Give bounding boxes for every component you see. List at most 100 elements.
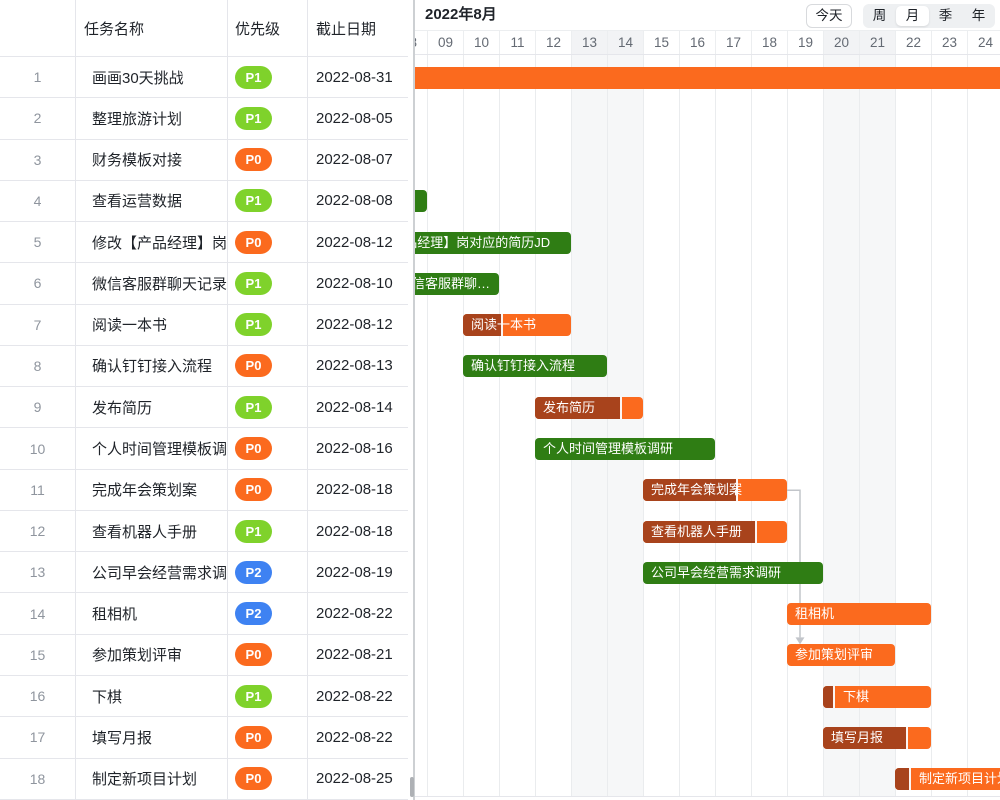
task-name-cell: 个人时间管理模板调研 xyxy=(76,428,228,468)
gantt-bar-task-16[interactable]: 下棋 xyxy=(823,686,931,708)
priority-badge: P0 xyxy=(235,478,272,501)
priority-cell: P1 xyxy=(228,305,308,345)
task-name-cell: 参加策划评审 xyxy=(76,635,228,675)
date-cell-12: 12 xyxy=(535,31,571,55)
row-index: 13 xyxy=(0,552,76,592)
table-row-task-8[interactable]: 8确认钉钉接入流程P02022-08-13 xyxy=(0,346,408,387)
due-date-cell: 2022-08-25 xyxy=(308,759,408,799)
task-name-cell: 阅读一本书 xyxy=(76,305,228,345)
due-date-cell: 2022-08-13 xyxy=(308,346,408,386)
table-row-task-12[interactable]: 12查看机器人手册P12022-08-18 xyxy=(0,511,408,552)
table-row-task-5[interactable]: 5修改【产品经理】岗对应的简历JDP02022-08-12 xyxy=(0,222,408,263)
table-row-task-4[interactable]: 4查看运营数据P12022-08-08 xyxy=(0,181,408,222)
bar-label: 个人时间管理模板调研 xyxy=(543,438,709,460)
gantt-bar-task-6[interactable]: 微信客服群聊天记录直 xyxy=(415,273,499,295)
gantt-bar-task-5[interactable]: 修改【产品经理】岗对应的简历JD xyxy=(415,232,571,254)
gantt-bar-task-11[interactable]: 完成年会策划案 xyxy=(643,479,787,501)
priority-cell: P1 xyxy=(228,387,308,427)
bar-label: 发布简历 xyxy=(543,397,637,419)
date-cell-11: 11 xyxy=(499,31,535,55)
bar-label: 公司早会经营需求调研 xyxy=(651,562,817,584)
due-date-cell: 2022-08-31 xyxy=(308,57,408,97)
table-row-task-15[interactable]: 15参加策划评审P02022-08-21 xyxy=(0,635,408,676)
priority-badge: P1 xyxy=(235,313,272,336)
table-row-task-6[interactable]: 6微信客服群聊天记录直P12022-08-10 xyxy=(0,263,408,304)
priority-cell: P0 xyxy=(228,140,308,180)
gantt-bar-task-4[interactable] xyxy=(415,190,427,212)
priority-badge: P1 xyxy=(235,189,272,212)
header-index xyxy=(0,0,76,56)
gantt-app: 任务名称 优先级 截止日期 1画画30天挑战P12022-08-312整理旅游计… xyxy=(0,0,1000,800)
table-row-task-10[interactable]: 10个人时间管理模板调研P02022-08-16 xyxy=(0,428,408,469)
date-cell-14: 14 xyxy=(607,31,643,55)
row-index: 7 xyxy=(0,305,76,345)
table-row-task-14[interactable]: 14租相机P22022-08-22 xyxy=(0,593,408,634)
header-due-date: 截止日期 xyxy=(308,0,408,56)
priority-cell: P0 xyxy=(228,717,308,757)
table-gantt-splitter[interactable] xyxy=(408,0,415,800)
gantt-bar-task-1[interactable] xyxy=(415,67,1000,89)
bar-label: 租相机 xyxy=(795,603,925,625)
bar-label: 完成年会策划案 xyxy=(651,479,781,501)
bar-label: 制定新项目计划 xyxy=(919,768,1000,790)
priority-badge: P0 xyxy=(235,767,272,790)
table-row-task-9[interactable]: 9发布简历P12022-08-14 xyxy=(0,387,408,428)
row-index: 3 xyxy=(0,140,76,180)
view-mode-view-year[interactable]: 年 xyxy=(962,6,995,26)
priority-cell: P1 xyxy=(228,57,308,97)
due-date-cell: 2022-08-19 xyxy=(308,552,408,592)
row-index: 8 xyxy=(0,346,76,386)
table-row-task-1[interactable]: 1画画30天挑战P12022-08-31 xyxy=(0,57,408,98)
bar-progress-segment xyxy=(895,768,911,790)
gantt-bar-task-12[interactable]: 查看机器人手册 xyxy=(643,521,787,543)
row-index: 14 xyxy=(0,593,76,633)
gantt-toolbar: 2022年8月 今天 周月季年 xyxy=(415,0,1000,30)
today-button[interactable]: 今天 xyxy=(806,4,852,28)
table-row-task-18[interactable]: 18制定新项目计划P02022-08-25 xyxy=(0,759,408,800)
row-index: 17 xyxy=(0,717,76,757)
table-row-task-2[interactable]: 2整理旅游计划P12022-08-05 xyxy=(0,98,408,139)
table-row-task-13[interactable]: 13公司早会经营需求调研 P2 2022-08-19 xyxy=(0,552,408,593)
due-date-cell: 2022-08-22 xyxy=(308,676,408,716)
view-mode-view-week[interactable]: 周 xyxy=(863,6,896,26)
due-date-cell: 2022-08-18 xyxy=(308,470,408,510)
priority-badge: P0 xyxy=(235,643,272,666)
due-date-cell: 2022-08-05 xyxy=(308,98,408,138)
table-row-task-17[interactable]: 17填写月报P02022-08-22 xyxy=(0,717,408,758)
task-name-cell: 确认钉钉接入流程 xyxy=(76,346,228,386)
header-task-name: 任务名称 xyxy=(76,0,228,56)
table-row-task-7[interactable]: 7阅读一本书P12022-08-12 xyxy=(0,305,408,346)
gantt-bar-task-13[interactable]: 公司早会经营需求调研 xyxy=(643,562,823,584)
gantt-bar-task-7[interactable]: 阅读一本书 xyxy=(463,314,571,336)
priority-badge: P2 xyxy=(235,561,272,584)
gantt-bar-task-14[interactable]: 租相机 xyxy=(787,603,931,625)
date-header-row: 0809101112131415161718192021222324 xyxy=(415,30,1000,55)
priority-cell: P0 xyxy=(228,470,308,510)
date-cell-08: 08 xyxy=(415,31,427,55)
table-row-task-16[interactable]: 16下棋P12022-08-22 xyxy=(0,676,408,717)
task-name-cell: 修改【产品经理】岗对应的简历JD xyxy=(76,222,228,262)
gantt-bar-task-9[interactable]: 发布简历 xyxy=(535,397,643,419)
gantt-bar-task-17[interactable]: 填写月报 xyxy=(823,727,931,749)
view-mode-view-month[interactable]: 月 xyxy=(896,6,929,26)
task-name-cell: 整理旅游计划 xyxy=(76,98,228,138)
priority-cell: P0 xyxy=(228,759,308,799)
priority-cell: P1 xyxy=(228,181,308,221)
view-mode-segmented-control: 周月季年 xyxy=(863,4,995,28)
gantt-bar-task-8[interactable]: 确认钉钉接入流程 xyxy=(463,355,607,377)
bar-label: 确认钉钉接入流程 xyxy=(471,355,601,377)
gantt-bar-task-15[interactable]: 参加策划评审 xyxy=(787,644,895,666)
priority-cell: P2 xyxy=(228,552,308,592)
row-index: 2 xyxy=(0,98,76,138)
view-mode-view-quarter[interactable]: 季 xyxy=(929,6,962,26)
splitter-scrollbar-thumb[interactable] xyxy=(410,777,414,797)
table-row-task-3[interactable]: 3财务模板对接P02022-08-07 xyxy=(0,140,408,181)
task-table: 任务名称 优先级 截止日期 1画画30天挑战P12022-08-312整理旅游计… xyxy=(0,0,408,800)
due-date-cell: 2022-08-22 xyxy=(308,717,408,757)
task-name-cell: 下棋 xyxy=(76,676,228,716)
table-row-task-11[interactable]: 11完成年会策划案P02022-08-18 xyxy=(0,470,408,511)
gantt-bar-task-10[interactable]: 个人时间管理模板调研 xyxy=(535,438,715,460)
gantt-bar-task-18[interactable]: 制定新项目计划 xyxy=(895,768,1000,790)
task-name-cell: 公司早会经营需求调研 xyxy=(76,552,228,592)
task-name-cell: 租相机 xyxy=(76,593,228,633)
